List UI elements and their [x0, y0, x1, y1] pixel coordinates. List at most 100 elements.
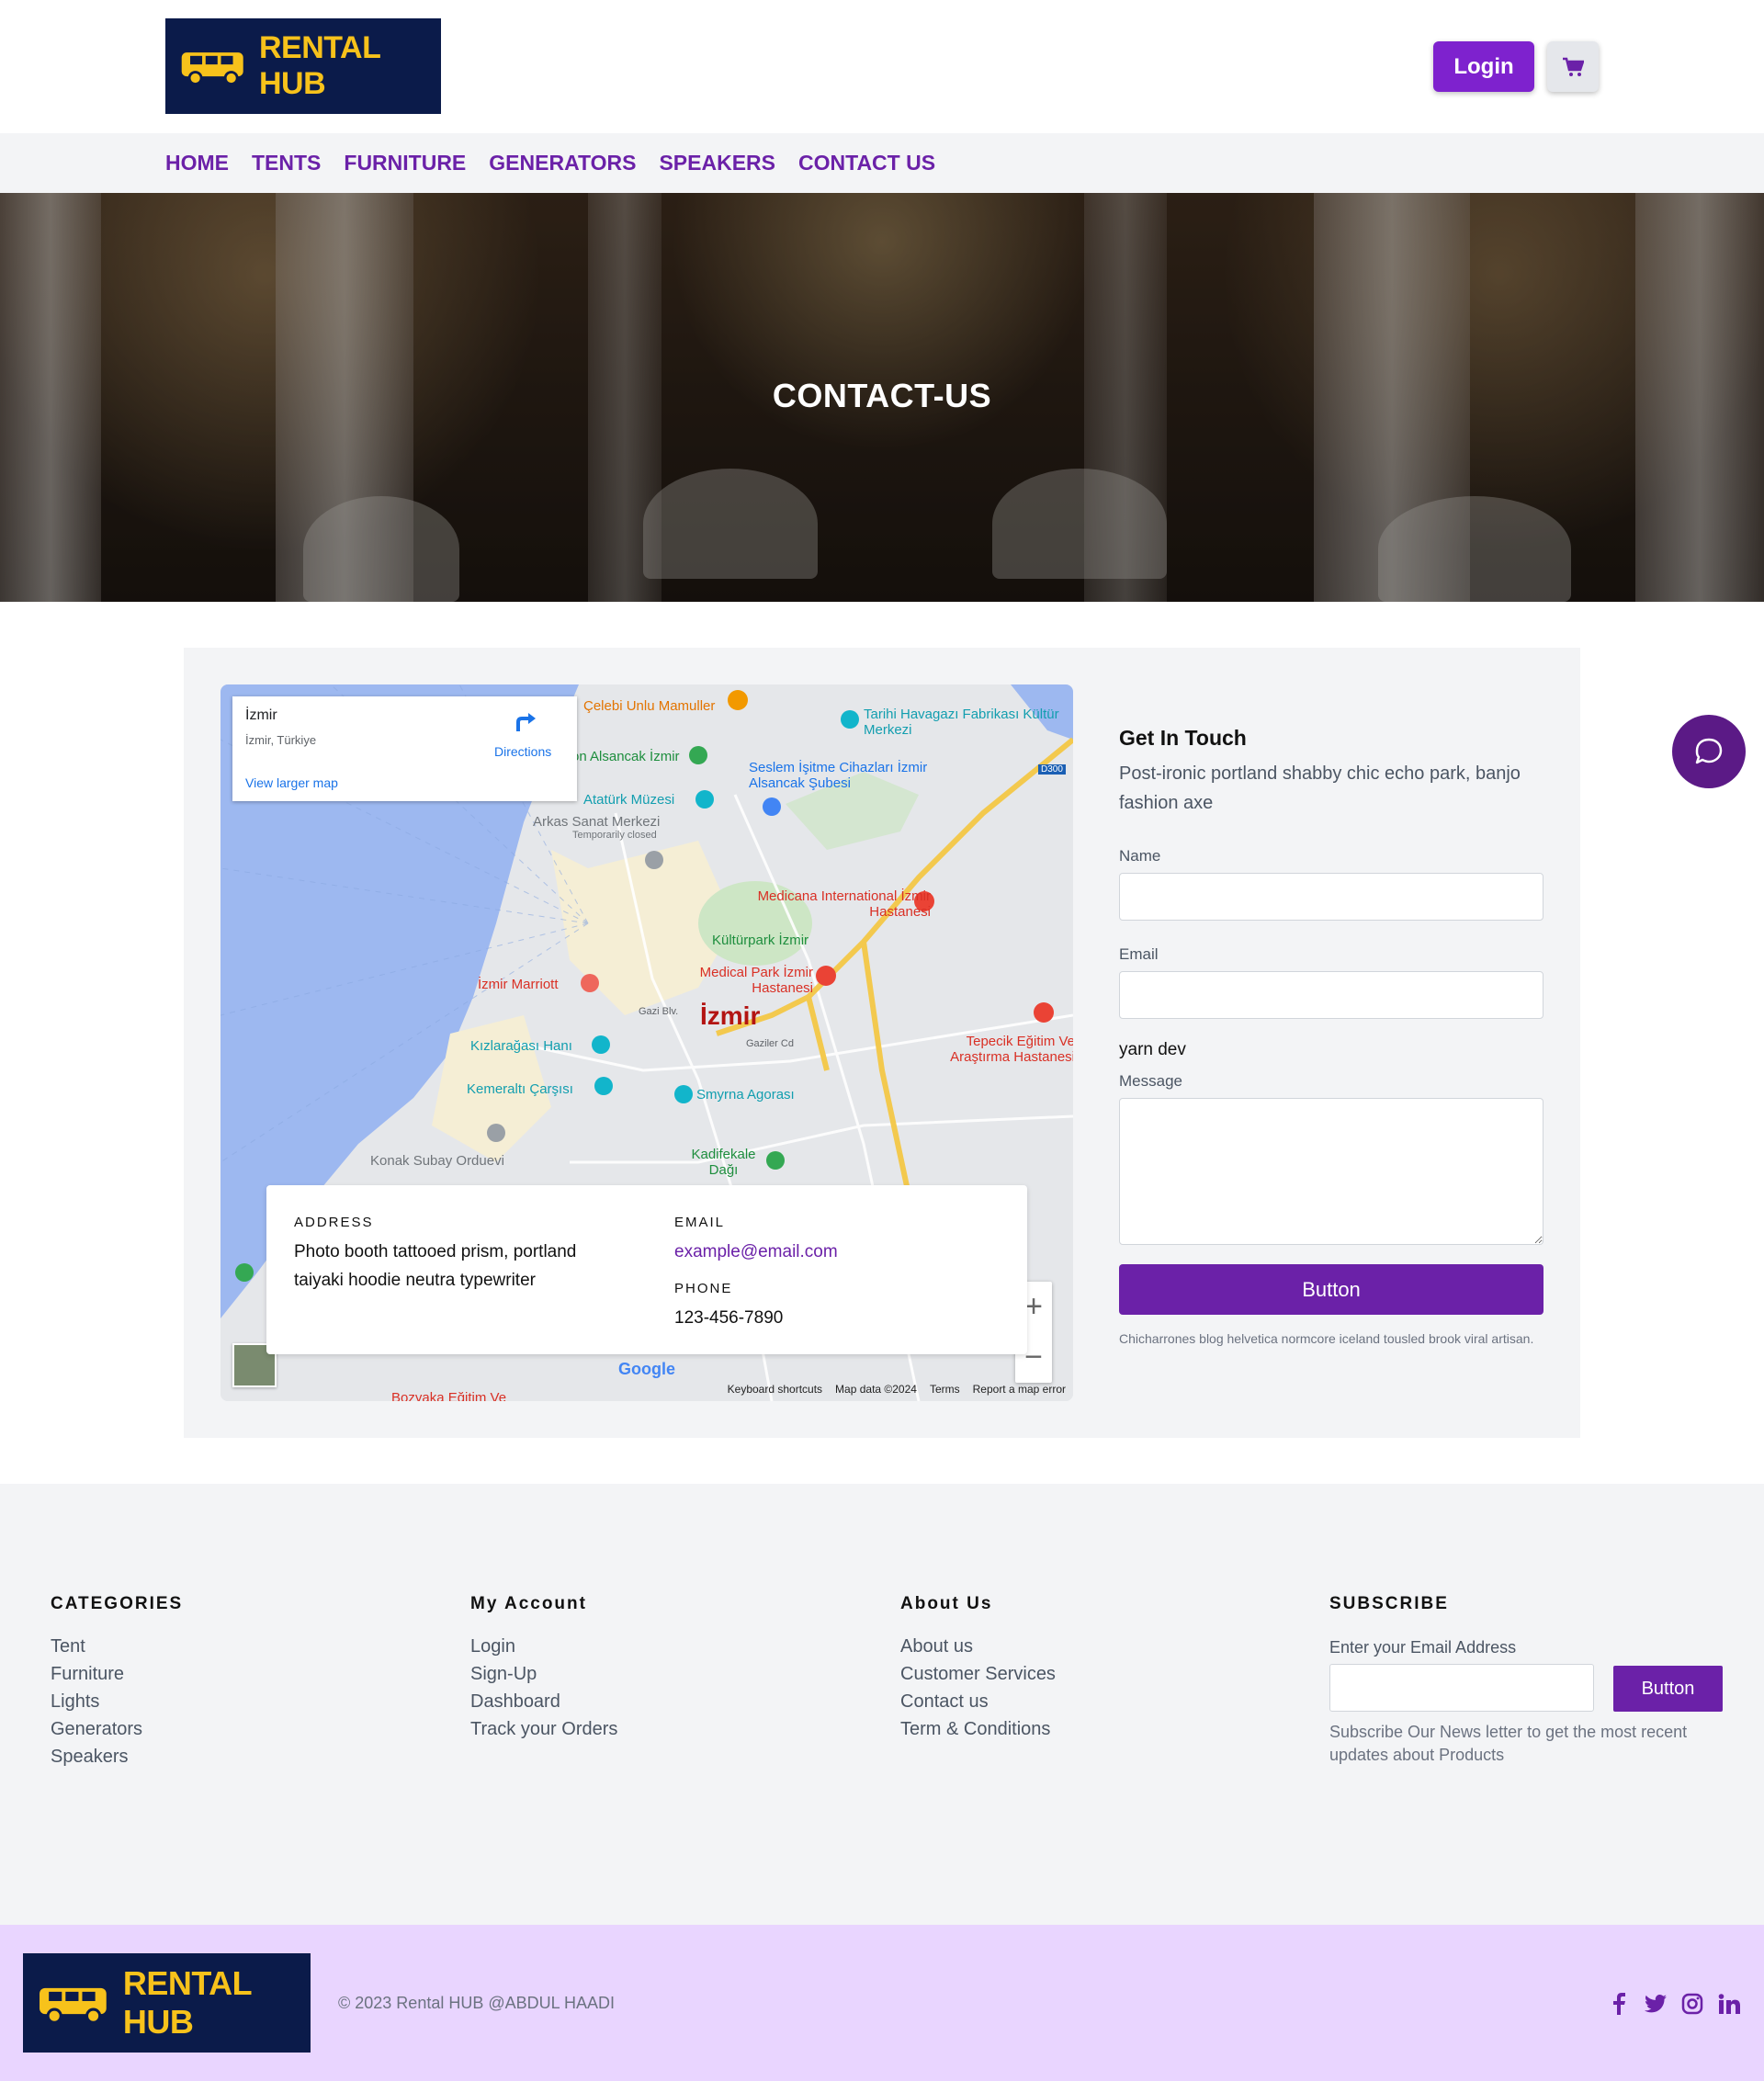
form-title: Get In Touch	[1119, 726, 1247, 750]
van-icon	[40, 1987, 107, 2024]
chat-bubble-icon	[1695, 738, 1723, 764]
copyright-text: © 2023 Rental HUB @ABDUL HAADI	[338, 1994, 615, 2012]
map-label-arkas: Arkas Sanat Merkezi	[533, 814, 661, 830]
van-icon	[181, 52, 243, 85]
site-header: RENTAL HUB Login	[0, 0, 1764, 133]
cart-button[interactable]	[1547, 41, 1599, 92]
subscribe-email-input[interactable]	[1329, 1664, 1594, 1712]
footer-link-speakers[interactable]: Speakers	[51, 1743, 183, 1770]
footer-link-signup[interactable]: Sign-Up	[470, 1660, 617, 1688]
nav-furniture[interactable]: FURNITURE	[344, 151, 466, 175]
address-value: Photo booth tattooed prism, portland tai…	[294, 1242, 577, 1290]
login-button[interactable]: Login	[1433, 41, 1534, 92]
footer-link-tent[interactable]: Tent	[51, 1633, 183, 1660]
footer-link-terms[interactable]: Term & Conditions	[900, 1715, 1056, 1743]
google-logo: Google	[618, 1360, 675, 1378]
view-larger-map-link[interactable]: View larger map	[245, 775, 338, 790]
footer-link-track-orders[interactable]: Track your Orders	[470, 1715, 617, 1743]
keyboard-shortcuts-link[interactable]: Keyboard shortcuts	[728, 1383, 822, 1396]
main-nav: HOME TENTS FURNITURE GENERATORS SPEAKERS…	[0, 133, 1764, 193]
map-label-temporarily-closed: Temporarily closed	[572, 830, 657, 841]
map-city: İzmir	[245, 707, 277, 723]
email-label: EMAIL	[674, 1215, 726, 1230]
map-label-medical-park: Medical Park İzmir Hastanesi	[699, 965, 813, 996]
cart-icon	[1563, 57, 1584, 76]
map-label-kadifekale: Kadifekale Dağı	[691, 1147, 756, 1178]
footer-about-title: About Us	[900, 1594, 993, 1613]
footer-subscribe-title: SUBSCRIBE	[1329, 1594, 1449, 1613]
footer-link-furniture[interactable]: Furniture	[51, 1660, 183, 1688]
email-input[interactable]	[1119, 971, 1544, 1019]
map-city-subtitle: İzmir, Türkiye	[245, 733, 317, 747]
address-label: ADDRESS	[294, 1215, 374, 1230]
footer-link-customer-services[interactable]: Customer Services	[900, 1660, 1056, 1688]
map-label-izmir: İzmir	[700, 1001, 761, 1030]
nav-contact-us[interactable]: CONTACT US	[798, 151, 935, 175]
subscribe-email-label: Enter your Email Address	[1329, 1638, 1517, 1657]
form-note: Chicharrones blog helvetica normcore ice…	[1119, 1331, 1534, 1346]
brand-logo[interactable]: RENTAL HUB	[165, 18, 441, 114]
map-label-gazi: Gazi Blv.	[639, 1006, 679, 1017]
map-label-gaziler: Gaziler Cd	[746, 1038, 794, 1049]
footer-link-login[interactable]: Login	[470, 1633, 617, 1660]
map-label-bozyaka: Bozyaka Eğitim Ve	[391, 1390, 507, 1401]
nav-home[interactable]: HOME	[165, 151, 229, 175]
linkedin-icon[interactable]	[1714, 1989, 1744, 2019]
directions-icon[interactable]	[513, 709, 538, 735]
chat-button[interactable]	[1672, 715, 1746, 788]
map-label-tarihi: Tarihi Havagazı Fabrikası Kültür Merkezi	[864, 707, 1059, 738]
map-label-d300: D300	[1038, 764, 1066, 775]
facebook-icon[interactable]	[1604, 1989, 1634, 2019]
footer-link-contact-us[interactable]: Contact us	[900, 1688, 1056, 1715]
map-label-celebi: Çelebi Unlu Mamuller	[583, 698, 716, 714]
map-label-tepecik: Tepecik Eğitim Ve Araştırma Hastanesi	[950, 1034, 1073, 1065]
instagram-icon[interactable]	[1678, 1989, 1707, 2019]
footer-link-dashboard[interactable]: Dashboard	[470, 1688, 617, 1715]
footer-brand-name: RENTAL HUB	[122, 1964, 252, 2041]
footer-brand-logo[interactable]: RENTAL HUB	[23, 1953, 311, 2053]
map-label-alsancak: on Alsancak İzmir	[571, 749, 680, 764]
footer-link-lights[interactable]: Lights	[51, 1688, 183, 1715]
name-input[interactable]	[1119, 873, 1544, 921]
phone-value: 123-456-7890	[674, 1308, 784, 1328]
footer-link-about-us[interactable]: About us	[900, 1633, 1056, 1660]
footer-link-generators[interactable]: Generators	[51, 1715, 183, 1743]
twitter-icon[interactable]	[1641, 1989, 1670, 2019]
map-label-seslem: Seslem İşitme Cihazları İzmir Alsancak Ş…	[749, 760, 928, 791]
email-input-label: Email	[1119, 945, 1159, 963]
message-label: Message	[1119, 1072, 1182, 1090]
map-label-smyrna: Smyrna Agorası	[696, 1087, 795, 1103]
map-footer: Keyboard shortcuts Map data ©2024 Terms …	[728, 1383, 1066, 1396]
directions-link[interactable]: Directions	[494, 744, 551, 759]
map-label-medicana: Medicana International İzmir Hastanesi	[757, 888, 931, 920]
name-label: Name	[1119, 847, 1161, 865]
footer-categories: CATEGORIES Tent Furniture Lights Generat…	[51, 1594, 183, 1770]
map-label-kizlaragasi: Kızlarağası Hanı	[470, 1038, 572, 1054]
nav-generators[interactable]: GENERATORS	[489, 151, 636, 175]
footer-about: About Us About us Customer Services Cont…	[900, 1594, 1056, 1743]
map-label-marriott: İzmir Marriott	[478, 977, 559, 992]
map-label-konak: Konak Subay Orduevi	[370, 1153, 504, 1169]
yarn-dev-text: yarn dev	[1119, 1040, 1186, 1059]
nav-speakers[interactable]: SPEAKERS	[659, 151, 775, 175]
email-link[interactable]: example@email.com	[674, 1238, 838, 1266]
map-label-kemeralti: Kemeraltı Çarşısı	[467, 1081, 573, 1097]
message-textarea[interactable]	[1119, 1098, 1544, 1245]
hero-title: CONTACT-US	[772, 377, 992, 414]
subscribe-button[interactable]: Button	[1613, 1666, 1723, 1712]
map-label-ataturk: Atatürk Müzesi	[583, 792, 675, 808]
report-map-error-link[interactable]: Report a map error	[973, 1383, 1066, 1396]
footer-account: My Account Login Sign-Up Dashboard Track…	[470, 1594, 617, 1743]
nav-tents[interactable]: TENTS	[252, 151, 321, 175]
phone-label: PHONE	[674, 1281, 733, 1296]
subscribe-note: Subscribe Our News letter to get the mos…	[1329, 1723, 1688, 1764]
footer-subscribe: SUBSCRIBE	[1329, 1594, 1449, 1633]
submit-button[interactable]: Button	[1119, 1264, 1544, 1315]
map-label-kulturpark: Kültürpark İzmir	[712, 933, 809, 948]
footer-account-title: My Account	[470, 1594, 587, 1613]
map-terms-link[interactable]: Terms	[930, 1383, 960, 1396]
hero-banner: CONTACT-US	[0, 193, 1764, 602]
map-data-text: Map data ©2024	[835, 1383, 917, 1396]
form-description: Post-ironic portland shabby chic echo pa…	[1119, 763, 1521, 813]
footer-categories-title: CATEGORIES	[51, 1594, 184, 1613]
